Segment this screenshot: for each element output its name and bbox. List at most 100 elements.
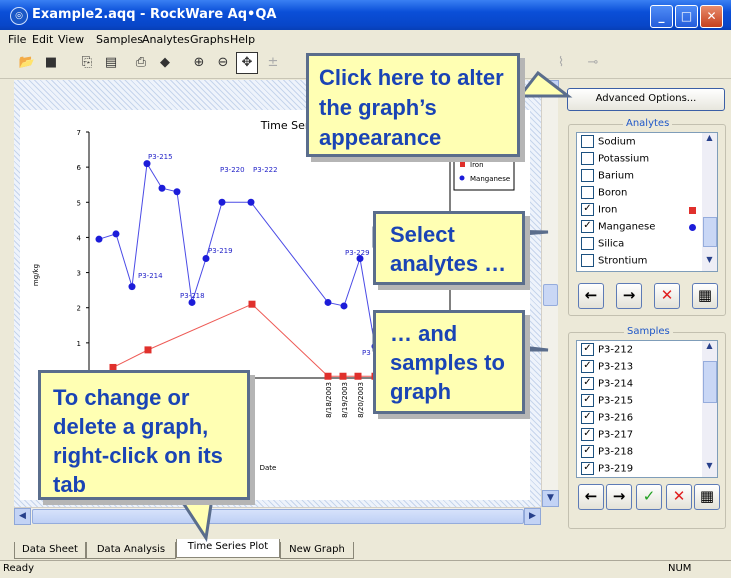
save-icon[interactable]: ■ — [40, 52, 62, 74]
minimize-button[interactable]: _ — [650, 5, 673, 28]
scroll-down-button[interactable]: ▼ — [542, 490, 559, 507]
samples-list-scrollbar[interactable]: ▲ ▼ — [702, 341, 717, 477]
analyte-checkbox[interactable] — [581, 186, 594, 199]
chevron-up-icon[interactable]: ▲ — [702, 133, 717, 148]
sample-item[interactable]: ✓ P3-214 — [581, 377, 633, 395]
analytes-scroll-thumb[interactable] — [703, 217, 717, 247]
menu-graphs[interactable]: Graphs — [190, 33, 229, 46]
sample-label: P3-216 — [598, 412, 634, 424]
analyte-checkbox[interactable] — [581, 237, 594, 250]
chevron-up-icon[interactable]: ▲ — [702, 341, 717, 356]
probe-icon[interactable]: ⌇ — [550, 52, 572, 74]
analyte-checkbox[interactable] — [581, 152, 594, 165]
vertical-scroll-thumb[interactable] — [543, 284, 558, 306]
analyte-label: Boron — [598, 187, 628, 199]
scroll-left-button[interactable]: ◀ — [14, 508, 31, 525]
samples-scroll-thumb[interactable] — [703, 361, 717, 403]
eraser-icon[interactable]: ◆ — [154, 52, 176, 74]
vertical-scrollbar[interactable]: ▲ ▼ — [541, 80, 559, 507]
sample-checkbox[interactable]: ✓ — [581, 445, 594, 458]
analyte-item[interactable]: ✓ Manganese — [581, 220, 696, 238]
print-icon[interactable]: ⎙ — [130, 52, 152, 74]
x-tick-label: 8/20/2003 — [357, 382, 365, 418]
chevron-down-icon[interactable]: ▼ — [702, 255, 717, 270]
sample-label: P3-214 — [598, 378, 634, 390]
analyte-item[interactable]: Boron — [581, 186, 627, 204]
analyte-move-left-button[interactable]: ← — [578, 283, 604, 309]
manganese-point — [143, 160, 151, 168]
menu-analytes[interactable]: Analytes — [142, 33, 190, 46]
sample-item[interactable]: ✓ P3-215 — [581, 394, 633, 412]
sample-item[interactable]: ✓ P3-213 — [581, 360, 633, 378]
iron-point — [339, 372, 347, 380]
analytes-list-scrollbar[interactable]: ▲ ▼ — [702, 133, 717, 271]
manganese-point — [128, 283, 136, 291]
y-tick-label: 3 — [77, 270, 81, 278]
scroll-right-button[interactable]: ▶ — [524, 508, 541, 525]
sample-move-left-button[interactable]: ← — [578, 484, 604, 510]
pin-icon[interactable]: ⊸ — [582, 52, 604, 74]
analyte-grid-button[interactable]: ▦ — [692, 283, 718, 309]
menu-edit[interactable]: Edit — [32, 33, 53, 46]
maximize-button[interactable]: □ — [675, 5, 698, 28]
chevron-down-icon[interactable]: ▼ — [702, 461, 717, 476]
zoom-out-icon[interactable]: ⊖ — [212, 52, 234, 74]
sample-checkbox[interactable]: ✓ — [581, 411, 594, 424]
analyte-checkbox[interactable] — [581, 254, 594, 267]
analyte-item[interactable]: Potassium — [581, 152, 649, 170]
sample-grid-button[interactable]: ▦ — [694, 484, 720, 510]
sample-checkbox[interactable]: ✓ — [581, 428, 594, 441]
title-bar[interactable]: ◎ Example2.aqq - RockWare Aq•QA _ □ ✕ — [0, 0, 731, 30]
sample-move-right-button[interactable]: → — [606, 484, 632, 510]
analyte-remove-button[interactable]: ✕ — [654, 283, 680, 309]
sample-checkbox[interactable]: ✓ — [581, 394, 594, 407]
analytes-title: Analytes — [623, 118, 673, 129]
sample-item[interactable]: ✓ P3-217 — [581, 428, 633, 446]
analytes-list[interactable]: Sodium Potassium Barium Boron ✓ Iron ✓ Manganes… — [576, 132, 718, 272]
sample-checkbox[interactable]: ✓ — [581, 462, 594, 475]
sample-checkbox[interactable]: ✓ — [581, 343, 594, 356]
sample-checkbox[interactable]: ✓ — [581, 360, 594, 373]
sample-item[interactable]: ✓ P3-212 — [581, 343, 633, 361]
horizontal-scrollbar[interactable]: ◀ ▶ — [14, 507, 541, 525]
paste-icon[interactable]: ▤ — [100, 52, 122, 74]
sample-remove-button[interactable]: ✕ — [666, 484, 692, 510]
manganese-point — [158, 184, 166, 192]
analyte-item[interactable]: Barium — [581, 169, 634, 187]
open-folder-icon[interactable]: 📂 — [16, 52, 38, 74]
tab-data-analysis[interactable]: Data Analysis — [86, 542, 176, 559]
sample-item[interactable]: ✓ P3-216 — [581, 411, 633, 429]
menu-samples[interactable]: Samples — [96, 33, 143, 46]
sample-item[interactable]: ✓ P3-218 — [581, 445, 633, 463]
tab-data-sheet[interactable]: Data Sheet — [14, 542, 86, 559]
samples-list[interactable]: ✓ P3-212 ✓ P3-213 ✓ P3-214 ✓ P3-215 ✓ P3-216 ✓ P3-2… — [576, 340, 718, 478]
sample-checkbox[interactable]: ✓ — [581, 377, 594, 390]
analyte-item[interactable]: Sodium — [581, 135, 636, 153]
analyte-checkbox[interactable]: ✓ — [581, 203, 594, 216]
horizontal-scroll-thumb[interactable] — [32, 509, 524, 524]
tab-new-graph[interactable]: New Graph — [280, 542, 354, 559]
analyte-checkbox[interactable] — [581, 135, 594, 148]
analyte-checkbox[interactable] — [581, 169, 594, 182]
analyte-label: Strontium — [598, 255, 648, 267]
pan-icon[interactable]: ✥ — [236, 52, 258, 74]
analyte-label: Manganese — [598, 221, 656, 233]
close-button[interactable]: ✕ — [700, 5, 723, 28]
analyte-item[interactable]: Silica — [581, 237, 624, 255]
analyte-item[interactable]: Strontium — [581, 254, 648, 271]
series-line-manganese — [98, 162, 376, 347]
analyte-move-right-button[interactable]: → — [616, 283, 642, 309]
advanced-options-button[interactable]: Advanced Options... — [567, 88, 725, 111]
zoom-in-icon[interactable]: ⊕ — [188, 52, 210, 74]
scroll-up-button[interactable]: ▲ — [542, 80, 559, 97]
analyte-item[interactable]: ✓ Iron — [581, 203, 696, 221]
sample-item[interactable]: ✓ P3-219 — [581, 462, 633, 477]
sample-select-all-button[interactable]: ✓ — [636, 484, 662, 510]
menu-file[interactable]: File — [8, 33, 26, 46]
menu-view[interactable]: View — [58, 33, 84, 46]
tab-time-series-plot[interactable]: Time Series Plot — [176, 539, 280, 558]
axis-icon[interactable]: ± — [262, 52, 284, 74]
analyte-checkbox[interactable]: ✓ — [581, 220, 594, 233]
menu-help[interactable]: Help — [230, 33, 255, 46]
copy-icon[interactable]: ⎘ — [76, 52, 98, 74]
